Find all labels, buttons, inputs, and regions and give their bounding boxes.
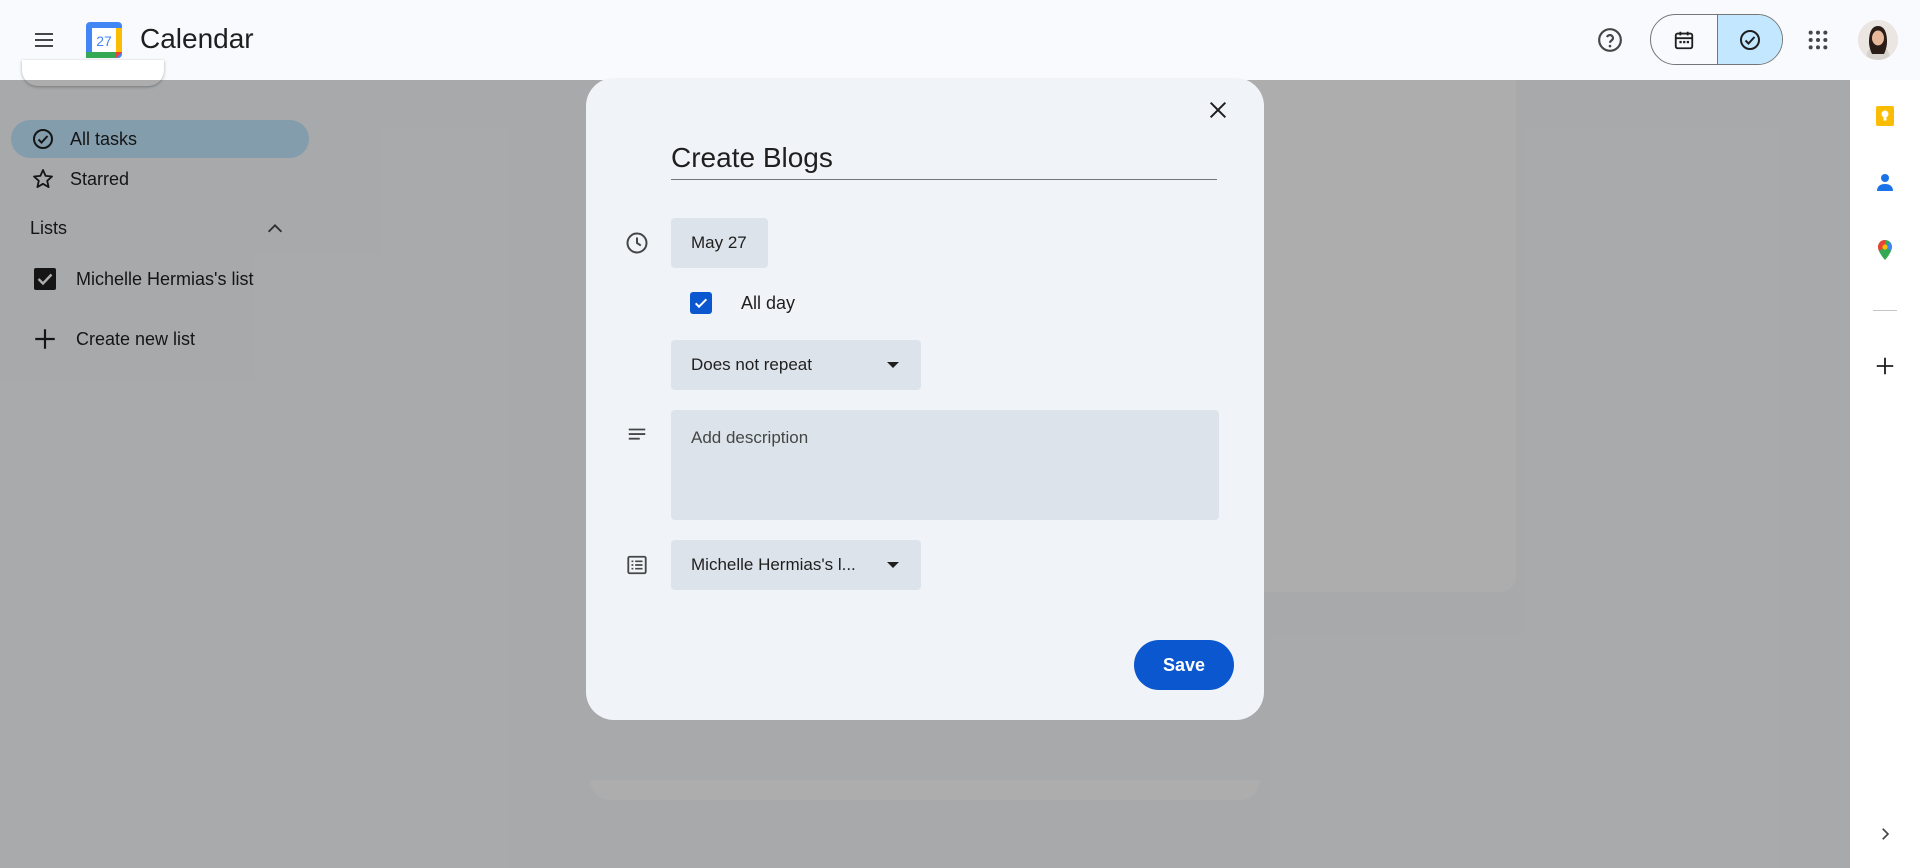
all-day-checkbox[interactable] [690, 292, 712, 314]
all-day-label: All day [741, 292, 796, 313]
repeat-select[interactable]: Does not repeat [671, 340, 921, 390]
tasks-view-button[interactable] [1716, 15, 1782, 64]
all-day-row: All day [690, 292, 795, 314]
list-icon [624, 552, 650, 578]
user-avatar[interactable] [1858, 20, 1898, 60]
save-button[interactable]: Save [1134, 640, 1234, 690]
task-list-select[interactable]: Michelle Hermias's l... [671, 540, 921, 590]
help-circle-icon [1598, 28, 1622, 52]
description-input[interactable]: Add description [671, 410, 1219, 520]
calendar-logo[interactable]: 27 [84, 20, 124, 60]
top-bar: 27 Calendar [0, 0, 1920, 80]
create-task-dialog: Create Blogs May 27 All day Does not rep… [586, 78, 1264, 720]
side-panel [1850, 80, 1920, 868]
clock-icon [624, 230, 650, 256]
close-button[interactable] [1198, 90, 1238, 130]
keep-icon[interactable] [1871, 102, 1899, 130]
logo-day: 27 [96, 33, 112, 49]
calendar-view-button[interactable] [1651, 15, 1717, 64]
task-title-input[interactable]: Create Blogs [671, 138, 1217, 180]
dropdown-arrow-icon [887, 562, 899, 568]
description-icon [624, 422, 650, 448]
app-title: Calendar [140, 23, 254, 54]
main-menu-button[interactable] [24, 20, 64, 60]
calendar-icon [1674, 31, 1693, 49]
maps-icon[interactable] [1871, 236, 1899, 264]
google-apps-button[interactable] [1798, 20, 1838, 60]
add-icon[interactable] [1871, 352, 1899, 380]
date-label: May 27 [691, 233, 747, 252]
apps-grid-icon [1808, 30, 1828, 50]
view-switcher [1650, 14, 1783, 65]
chevron-right-icon[interactable] [1871, 820, 1899, 848]
side-panel-divider [1873, 310, 1897, 311]
hamburger-menu-icon [35, 33, 53, 47]
help-button[interactable] [1590, 20, 1630, 60]
close-icon [1209, 101, 1227, 119]
date-picker-button[interactable]: May 27 [671, 218, 768, 268]
repeat-label: Does not repeat [691, 355, 812, 374]
dropdown-arrow-icon [887, 362, 899, 368]
task-list-label: Michelle Hermias's l... [691, 555, 856, 574]
contacts-icon[interactable] [1871, 168, 1899, 196]
task-check-icon [1739, 29, 1760, 50]
